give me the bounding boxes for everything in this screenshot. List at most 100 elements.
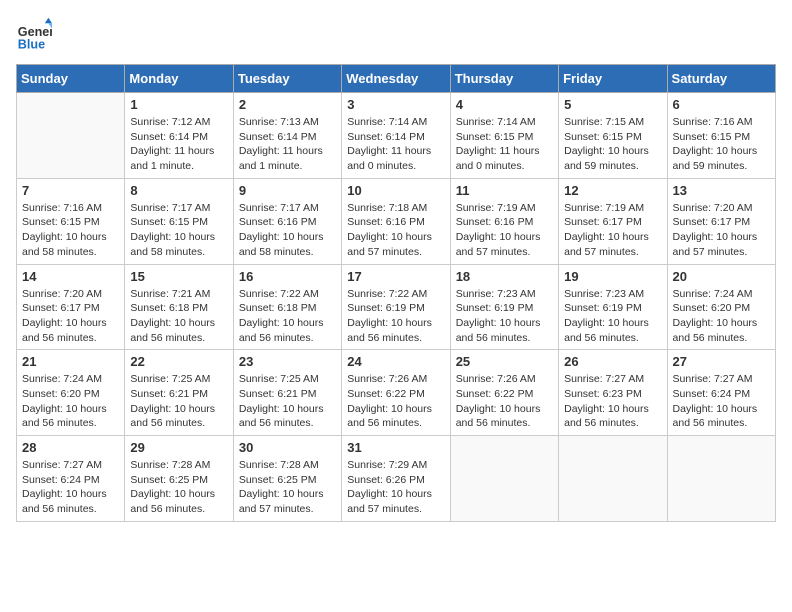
- day-number: 1: [130, 97, 227, 112]
- calendar-cell: 28 Sunrise: 7:27 AMSunset: 6:24 PMDayligh…: [17, 436, 125, 522]
- day-number: 22: [130, 354, 227, 369]
- day-number: 29: [130, 440, 227, 455]
- day-info: Sunrise: 7:23 AMSunset: 6:19 PMDaylight:…: [564, 287, 661, 346]
- day-number: 30: [239, 440, 336, 455]
- calendar-cell: 12 Sunrise: 7:19 AMSunset: 6:17 PMDayligh…: [559, 178, 667, 264]
- calendar-cell: 10 Sunrise: 7:18 AMSunset: 6:16 PMDayligh…: [342, 178, 450, 264]
- day-info: Sunrise: 7:24 AMSunset: 6:20 PMDaylight:…: [673, 287, 770, 346]
- day-info: Sunrise: 7:17 AMSunset: 6:15 PMDaylight:…: [130, 201, 227, 260]
- column-header-thursday: Thursday: [450, 65, 558, 93]
- day-number: 13: [673, 183, 770, 198]
- day-number: 4: [456, 97, 553, 112]
- day-number: 23: [239, 354, 336, 369]
- calendar-cell: 25Sunrise: 7:26 AMSunset: 6:22 PMDayligh…: [450, 350, 558, 436]
- day-number: 7: [22, 183, 119, 198]
- day-number: 5: [564, 97, 661, 112]
- day-info: Sunrise: 7:27 AMSunset: 6:24 PMDaylight:…: [673, 372, 770, 431]
- day-info: Sunrise: 7:19 AMSunset: 6:16 PMDaylight:…: [456, 201, 553, 260]
- day-info: Sunrise: 7:23 AMSunset: 6:19 PMDaylight:…: [456, 287, 553, 346]
- calendar-cell: 13 Sunrise: 7:20 AMSunset: 6:17 PMDayligh…: [667, 178, 775, 264]
- calendar-cell: 29 Sunrise: 7:28 AMSunset: 6:25 PMDayligh…: [125, 436, 233, 522]
- day-info: Sunrise: 7:14 AMSunset: 6:14 PMDaylight:…: [347, 115, 444, 174]
- day-number: 3: [347, 97, 444, 112]
- logo: General Blue: [16, 16, 56, 52]
- day-number: 10: [347, 183, 444, 198]
- day-number: 8: [130, 183, 227, 198]
- day-number: 2: [239, 97, 336, 112]
- day-info: Sunrise: 7:27 AMSunset: 6:24 PMDaylight:…: [22, 458, 119, 517]
- day-number: 20: [673, 269, 770, 284]
- calendar-cell: 11 Sunrise: 7:19 AMSunset: 6:16 PMDayligh…: [450, 178, 558, 264]
- calendar-cell: 6Sunrise: 7:16 AMSunset: 6:15 PMDaylight…: [667, 93, 775, 179]
- day-info: Sunrise: 7:15 AMSunset: 6:15 PMDaylight:…: [564, 115, 661, 174]
- calendar-cell: 31 Sunrise: 7:29 AMSunset: 6:26 PMDayligh…: [342, 436, 450, 522]
- day-info: Sunrise: 7:22 AMSunset: 6:18 PMDaylight:…: [239, 287, 336, 346]
- day-info: Sunrise: 7:20 AMSunset: 6:17 PMDaylight:…: [673, 201, 770, 260]
- calendar-week-row: 1 Sunrise: 7:12 AMSunset: 6:14 PMDaylight…: [17, 93, 776, 179]
- calendar-cell: 21 Sunrise: 7:24 AMSunset: 6:20 PMDayligh…: [17, 350, 125, 436]
- logo-icon: General Blue: [16, 16, 52, 52]
- day-number: 18: [456, 269, 553, 284]
- calendar-cell: 8 Sunrise: 7:17 AMSunset: 6:15 PMDaylight…: [125, 178, 233, 264]
- day-info: Sunrise: 7:27 AMSunset: 6:23 PMDaylight:…: [564, 372, 661, 431]
- calendar-cell: 1 Sunrise: 7:12 AMSunset: 6:14 PMDaylight…: [125, 93, 233, 179]
- calendar-cell: 5 Sunrise: 7:15 AMSunset: 6:15 PMDaylight…: [559, 93, 667, 179]
- day-number: 28: [22, 440, 119, 455]
- day-info: Sunrise: 7:29 AMSunset: 6:26 PMDaylight:…: [347, 458, 444, 517]
- day-info: Sunrise: 7:14 AMSunset: 6:15 PMDaylight:…: [456, 115, 553, 174]
- column-header-monday: Monday: [125, 65, 233, 93]
- day-info: Sunrise: 7:24 AMSunset: 6:20 PMDaylight:…: [22, 372, 119, 431]
- day-number: 21: [22, 354, 119, 369]
- calendar-cell: 9Sunrise: 7:17 AMSunset: 6:16 PMDaylight…: [233, 178, 341, 264]
- day-number: 12: [564, 183, 661, 198]
- calendar-cell: 22 Sunrise: 7:25 AMSunset: 6:21 PMDayligh…: [125, 350, 233, 436]
- day-number: 6: [673, 97, 770, 112]
- calendar-cell: 30 Sunrise: 7:28 AMSunset: 6:25 PMDayligh…: [233, 436, 341, 522]
- calendar-cell: 18 Sunrise: 7:23 AMSunset: 6:19 PMDayligh…: [450, 264, 558, 350]
- calendar-week-row: 7 Sunrise: 7:16 AMSunset: 6:15 PMDaylight…: [17, 178, 776, 264]
- day-info: Sunrise: 7:13 AMSunset: 6:14 PMDaylight:…: [239, 115, 336, 174]
- calendar-week-row: 28 Sunrise: 7:27 AMSunset: 6:24 PMDayligh…: [17, 436, 776, 522]
- day-info: Sunrise: 7:16 AMSunset: 6:15 PMDaylight:…: [22, 201, 119, 260]
- calendar-header-row: SundayMondayTuesdayWednesdayThursdayFrid…: [17, 65, 776, 93]
- calendar-cell: 27 Sunrise: 7:27 AMSunset: 6:24 PMDayligh…: [667, 350, 775, 436]
- day-number: 17: [347, 269, 444, 284]
- day-number: 15: [130, 269, 227, 284]
- calendar-cell: 24Sunrise: 7:26 AMSunset: 6:22 PMDayligh…: [342, 350, 450, 436]
- calendar-cell: [17, 93, 125, 179]
- calendar-cell: [559, 436, 667, 522]
- day-info: Sunrise: 7:26 AMSunset: 6:22 PMDaylight:…: [347, 372, 444, 431]
- day-info: Sunrise: 7:28 AMSunset: 6:25 PMDaylight:…: [239, 458, 336, 517]
- day-info: Sunrise: 7:25 AMSunset: 6:21 PMDaylight:…: [130, 372, 227, 431]
- day-info: Sunrise: 7:28 AMSunset: 6:25 PMDaylight:…: [130, 458, 227, 517]
- calendar-cell: 14 Sunrise: 7:20 AMSunset: 6:17 PMDayligh…: [17, 264, 125, 350]
- page-header: General Blue: [16, 16, 776, 52]
- calendar-cell: 19 Sunrise: 7:23 AMSunset: 6:19 PMDayligh…: [559, 264, 667, 350]
- day-info: Sunrise: 7:25 AMSunset: 6:21 PMDaylight:…: [239, 372, 336, 431]
- column-header-friday: Friday: [559, 65, 667, 93]
- column-header-wednesday: Wednesday: [342, 65, 450, 93]
- calendar-cell: [667, 436, 775, 522]
- column-header-saturday: Saturday: [667, 65, 775, 93]
- calendar-cell: 17Sunrise: 7:22 AMSunset: 6:19 PMDayligh…: [342, 264, 450, 350]
- day-number: 14: [22, 269, 119, 284]
- svg-text:Blue: Blue: [18, 37, 45, 51]
- day-number: 27: [673, 354, 770, 369]
- calendar-cell: 2 Sunrise: 7:13 AMSunset: 6:14 PMDaylight…: [233, 93, 341, 179]
- column-header-tuesday: Tuesday: [233, 65, 341, 93]
- day-info: Sunrise: 7:21 AMSunset: 6:18 PMDaylight:…: [130, 287, 227, 346]
- day-number: 11: [456, 183, 553, 198]
- day-info: Sunrise: 7:20 AMSunset: 6:17 PMDaylight:…: [22, 287, 119, 346]
- day-number: 16: [239, 269, 336, 284]
- day-number: 31: [347, 440, 444, 455]
- day-info: Sunrise: 7:18 AMSunset: 6:16 PMDaylight:…: [347, 201, 444, 260]
- calendar-cell: 7 Sunrise: 7:16 AMSunset: 6:15 PMDaylight…: [17, 178, 125, 264]
- day-number: 9: [239, 183, 336, 198]
- day-info: Sunrise: 7:19 AMSunset: 6:17 PMDaylight:…: [564, 201, 661, 260]
- calendar-week-row: 21 Sunrise: 7:24 AMSunset: 6:20 PMDayligh…: [17, 350, 776, 436]
- day-number: 19: [564, 269, 661, 284]
- calendar-cell: 16 Sunrise: 7:22 AMSunset: 6:18 PMDayligh…: [233, 264, 341, 350]
- day-info: Sunrise: 7:12 AMSunset: 6:14 PMDaylight:…: [130, 115, 227, 174]
- calendar-table: SundayMondayTuesdayWednesdayThursdayFrid…: [16, 64, 776, 522]
- calendar-cell: 23 Sunrise: 7:25 AMSunset: 6:21 PMDayligh…: [233, 350, 341, 436]
